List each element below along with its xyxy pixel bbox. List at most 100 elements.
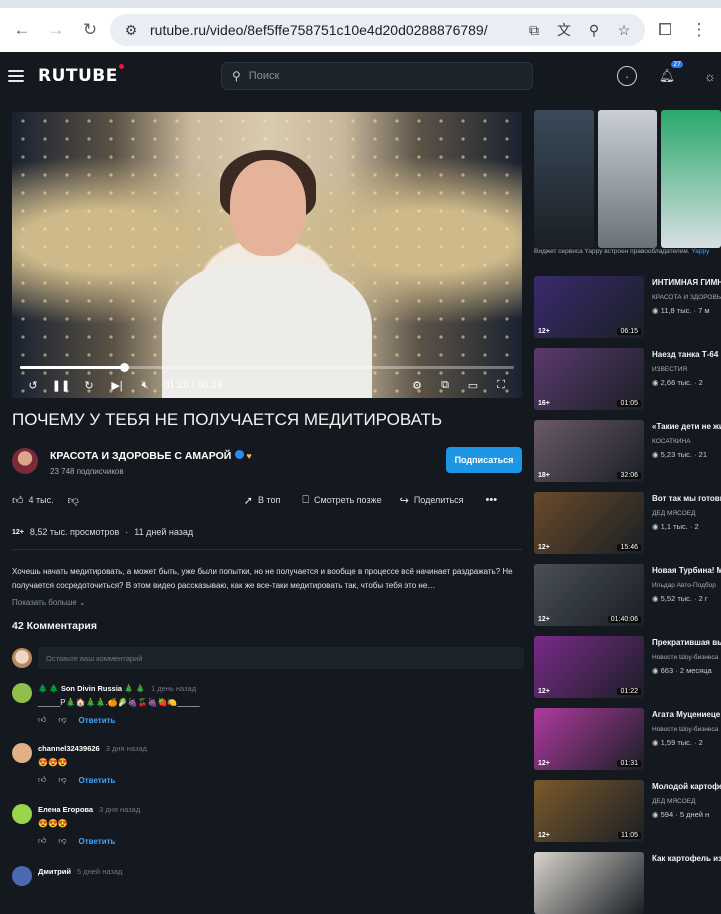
search-input[interactable]: ⚲ Поиск: [221, 62, 533, 90]
upload-icon[interactable]: ·: [617, 66, 637, 86]
recommended-video[interactable]: 12+ 01:31 Агата Муцениеце прокомментировал…: [534, 708, 721, 770]
mute-icon[interactable]: 🔇︎: [136, 376, 154, 394]
like-icon[interactable]: 👍︎: [38, 836, 46, 846]
theater-mode-icon[interactable]: ▭: [464, 376, 482, 394]
url-text[interactable]: rutube.ru/video/8ef5ffe758751c10e4d20d02…: [150, 22, 515, 38]
recommended-title[interactable]: Молодой картофель на сале с…: [652, 782, 721, 792]
recommended-video[interactable]: Как картофель изменил истории…: [534, 852, 721, 914]
seek-handle[interactable]: [120, 363, 130, 372]
recommended-channel[interactable]: ДЕД МЯСОЕД: [652, 510, 721, 517]
recommended-title[interactable]: Агата Муцениеце прокомментировала…: [652, 710, 721, 720]
recommended-title[interactable]: Новая Турбина! Мы близки к цели!: [652, 566, 721, 576]
recommended-title[interactable]: ИНТИМНАЯ ГИМНАСТИКА 5…: [652, 278, 721, 288]
fullscreen-icon[interactable]: ⛶: [492, 376, 510, 394]
like-icon[interactable]: 👍︎: [38, 715, 46, 725]
open-in-app-icon[interactable]: ⧉: [523, 19, 545, 41]
recommended-channel[interactable]: ИЗВЕСТИЯ: [652, 366, 721, 373]
more-options-icon[interactable]: •••: [486, 494, 498, 506]
zoom-icon[interactable]: ⚲: [583, 19, 605, 41]
avatar[interactable]: [12, 743, 32, 763]
recommended-channel[interactable]: КОСАТКИНА: [652, 438, 721, 445]
dislike-button[interactable]: 👎︎: [68, 494, 79, 507]
bookmark-star-icon[interactable]: ☆: [613, 19, 635, 41]
back-icon[interactable]: ←: [8, 16, 36, 44]
address-bar[interactable]: ⚙ rutube.ru/video/8ef5ffe758751c10e4d20d…: [110, 14, 645, 46]
yappy-link[interactable]: Yappy: [691, 248, 709, 255]
recommended-video[interactable]: 12+ 06:15 ИНТИМНАЯ ГИМНАСТИКА 5… КРАСОТА И …: [534, 276, 721, 338]
comment-author[interactable]: 🌲 🌲 Son Divin Russia 🎄 🎄: [38, 684, 145, 693]
miniplayer-icon[interactable]: ⧉: [436, 376, 454, 394]
recommended-title[interactable]: Наезд танка Т-64 ВСУ на…: [652, 350, 721, 360]
rutube-logo[interactable]: RUTUBE: [38, 64, 124, 86]
forward-10-icon[interactable]: ↻: [80, 376, 98, 394]
recommended-channel[interactable]: Новости Шоу-бизнеса: [652, 654, 721, 661]
site-info-icon[interactable]: ⚙: [120, 19, 142, 41]
video-thumbnail[interactable]: 12+ 06:15: [534, 276, 644, 338]
subscribe-button[interactable]: Подписаться: [446, 447, 522, 473]
theme-toggle-icon[interactable]: ☼: [698, 64, 721, 88]
recommended-video[interactable]: 12+ 15:46 Вот так мы готовим куриную печен…: [534, 492, 721, 554]
yappy-widget[interactable]: [534, 110, 721, 248]
comment-input[interactable]: Оставьте ваш комментарий: [38, 647, 524, 669]
avatar[interactable]: [12, 866, 32, 886]
next-icon[interactable]: ▶|: [108, 376, 126, 394]
channel-name[interactable]: КРАСОТА И ЗДОРОВЬЕ С АМАРОЙ: [50, 450, 231, 462]
settings-icon[interactable]: ⚙: [408, 376, 426, 394]
recommended-channel[interactable]: Ильдар Авто-Подбор: [652, 582, 721, 589]
comment-author[interactable]: Дмитрий: [38, 867, 71, 876]
comment-author[interactable]: channel32439626: [38, 744, 100, 753]
avatar[interactable]: [12, 804, 32, 824]
seek-bar[interactable]: [20, 363, 514, 372]
video-thumbnail[interactable]: 12+ 01:31: [534, 708, 644, 770]
comment-author[interactable]: Елена Егорова: [38, 805, 93, 814]
recommended-channel[interactable]: Новости Шоу-бизнеса: [652, 726, 721, 733]
dislike-icon[interactable]: 👎︎: [58, 836, 66, 846]
reply-button[interactable]: Ответить: [79, 716, 116, 725]
video-thumbnail[interactable]: 12+ 01:22: [534, 636, 644, 698]
recommended-video[interactable]: 16+ 01:05 Наезд танка Т-64 ВСУ на… ИЗВЕСТИЯ…: [534, 348, 721, 410]
notifications-icon[interactable]: 🔔︎ 27: [655, 61, 683, 88]
recommended-title[interactable]: «Такие дети не живут» | Ихтиоз…: [652, 422, 721, 432]
age-badge: 12+: [538, 760, 550, 767]
forward-icon[interactable]: →: [42, 16, 70, 44]
recommended-video[interactable]: 12+ 01:22 Прекратившая выступать в России……: [534, 636, 721, 698]
dislike-icon[interactable]: 👎︎: [58, 715, 66, 725]
browser-menu-icon[interactable]: ⋮: [685, 16, 713, 44]
age-badge: 12+: [538, 616, 550, 623]
rewind-10-icon[interactable]: ↺: [24, 376, 42, 394]
menu-icon[interactable]: [8, 70, 24, 82]
watch-later-button[interactable]: ⎕ Смотреть позже: [302, 494, 381, 507]
recommended-video[interactable]: 18+ 32:06 «Такие дети не живут» | Ихтиоз… К…: [534, 420, 721, 482]
pause-icon[interactable]: ❚❚: [52, 376, 70, 394]
show-more-link[interactable]: Показать больше ⌄: [12, 598, 86, 607]
video-thumbnail[interactable]: 12+ 11:05: [534, 780, 644, 842]
video-thumbnail[interactable]: 16+ 01:05: [534, 348, 644, 410]
avatar[interactable]: [12, 683, 32, 703]
video-thumbnail[interactable]: 12+ 15:46: [534, 492, 644, 554]
reply-button[interactable]: Ответить: [79, 837, 116, 846]
video-player[interactable]: ↺ ❚❚ ↻ ▶| 🔇︎ 01:20 / 06:19 ⚙ ⧉ ▭ ⛶: [12, 112, 522, 398]
video-thumbnail[interactable]: 18+ 32:06: [534, 420, 644, 482]
recommended-title[interactable]: Как картофель изменил истории…: [652, 854, 721, 864]
top-button[interactable]: ➚ В топ: [244, 494, 281, 507]
promo-thumb[interactable]: [661, 110, 721, 248]
recommended-video[interactable]: 12+ 01:40:06 Новая Турбина! Мы близки к це…: [534, 564, 721, 626]
promo-thumb[interactable]: [534, 110, 594, 248]
reload-icon[interactable]: ↻: [76, 16, 104, 44]
like-button[interactable]: 👍︎ 4 тыс.: [12, 494, 54, 507]
extensions-icon[interactable]: ⧠: [651, 16, 679, 44]
recommended-channel[interactable]: ДЕД МЯСОЕД: [652, 798, 721, 805]
reply-button[interactable]: Ответить: [79, 776, 116, 785]
translate-icon[interactable]: 文: [553, 19, 575, 41]
dislike-icon[interactable]: 👎︎: [58, 775, 66, 785]
video-thumbnail[interactable]: 12+ 01:40:06: [534, 564, 644, 626]
recommended-title[interactable]: Прекратившая выступать в России…: [652, 638, 721, 648]
video-thumbnail[interactable]: [534, 852, 644, 914]
share-button[interactable]: ↪ Поделиться: [400, 494, 464, 507]
like-icon[interactable]: 👍︎: [38, 775, 46, 785]
recommended-video[interactable]: 12+ 11:05 Молодой картофель на сале с… ДЕД …: [534, 780, 721, 842]
channel-avatar[interactable]: [12, 448, 38, 474]
recommended-channel[interactable]: КРАСОТА И ЗДОРОВЬЕ: [652, 294, 721, 301]
recommended-title[interactable]: Вот так мы готовим куриную печень: [652, 494, 721, 504]
promo-thumb[interactable]: [597, 110, 658, 248]
